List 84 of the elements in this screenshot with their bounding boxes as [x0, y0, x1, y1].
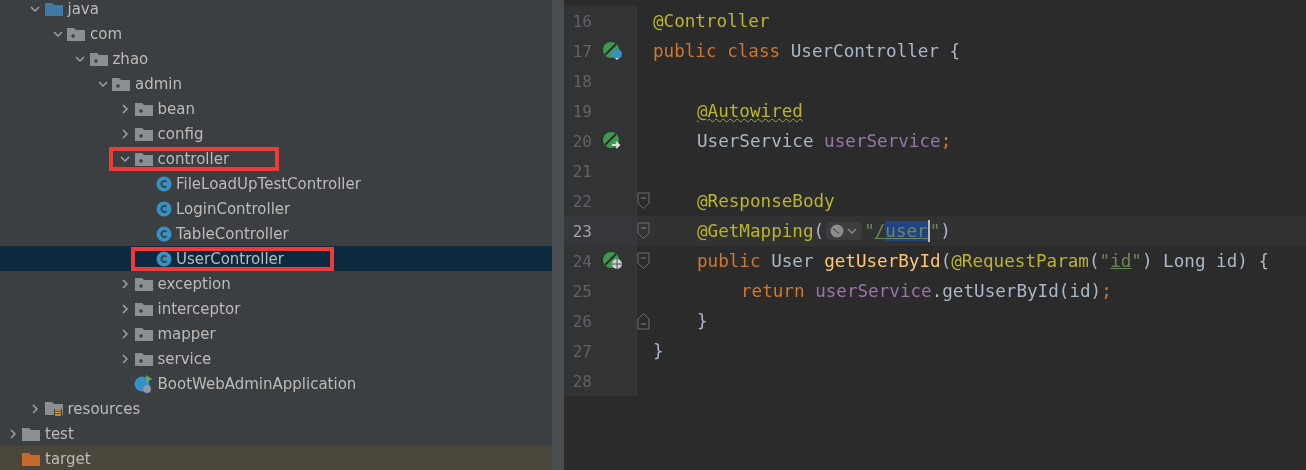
- tree-row[interactable]: mapper: [0, 321, 552, 346]
- tree-label: resources: [67, 399, 141, 418]
- bean-badge-icon[interactable]: [602, 41, 624, 61]
- fold-marker-icon[interactable]: [637, 312, 650, 330]
- tree-label: UserController: [176, 249, 284, 268]
- tree-row[interactable]: resources: [0, 396, 552, 421]
- text-caret: [927, 220, 930, 242]
- code-line: @Autowired: [697, 101, 803, 121]
- tree-label: config: [157, 124, 204, 143]
- bean-globe-icon[interactable]: [602, 251, 624, 271]
- tree-label: test: [45, 424, 74, 443]
- chevron-right-icon[interactable]: [119, 102, 131, 115]
- chevron-right-icon[interactable]: [119, 352, 131, 365]
- tree-label: mapper: [157, 324, 216, 343]
- code-line: public User getUserById(@RequestParam("id") Long id) {: [697, 251, 1270, 271]
- tree-row[interactable]: exception: [0, 271, 552, 296]
- chevron-right-icon[interactable]: [119, 302, 131, 315]
- class-icon: [156, 175, 172, 192]
- chevron-right-icon[interactable]: [119, 277, 131, 290]
- scrollbar[interactable]: [552, 0, 564, 470]
- package-folder-icon: [133, 350, 154, 367]
- chevron-right-icon[interactable]: [29, 402, 41, 415]
- folder-icon: [21, 425, 41, 442]
- tree-label: FileLoadUpTestController: [176, 174, 361, 193]
- tree-row[interactable]: zhao: [0, 46, 552, 71]
- code-line: @Controller: [653, 11, 770, 31]
- tree-label: TableController: [176, 224, 289, 243]
- globe-dropdown-icon[interactable]: [826, 222, 863, 240]
- tree-row[interactable]: admin: [0, 71, 552, 96]
- tree-row[interactable]: LoginController: [0, 196, 552, 221]
- tree-row[interactable]: UserController: [0, 246, 552, 271]
- line-number: 23: [571, 221, 592, 241]
- tree-label: bean: [157, 99, 195, 118]
- package-folder-icon: [88, 50, 109, 67]
- tree-label: controller: [157, 149, 230, 168]
- tree-row[interactable]: interceptor: [0, 296, 552, 321]
- fold-marker-icon[interactable]: [637, 222, 650, 240]
- package-folder-icon: [111, 75, 131, 92]
- fold-marker-icon[interactable]: [637, 252, 650, 270]
- tree-label: com: [90, 24, 123, 43]
- class-icon: [156, 225, 172, 242]
- tree-label: exception: [157, 274, 231, 293]
- fold-marker-icon[interactable]: [637, 192, 650, 210]
- class-icon: [156, 200, 172, 217]
- code-line: }: [653, 341, 664, 361]
- code-line: }: [697, 311, 708, 331]
- package-folder-icon: [133, 275, 154, 292]
- package-folder-icon: [66, 25, 86, 42]
- folder-icon: [43, 0, 64, 17]
- resources-folder-icon: [43, 400, 64, 417]
- code-line: public class UserController {: [653, 41, 961, 61]
- tree-row[interactable]: config: [0, 121, 552, 146]
- spring-class-icon: [133, 373, 154, 394]
- tree-row[interactable]: BootWebAdminApplication: [0, 371, 552, 396]
- tree-row[interactable]: TableController: [0, 221, 552, 246]
- package-folder-icon: [133, 125, 154, 142]
- tree-label: LoginController: [176, 199, 291, 218]
- code-line: return userService.getUserById(id);: [741, 281, 1112, 301]
- tree-label: service: [157, 349, 212, 368]
- code-line: @ResponseBody: [697, 191, 835, 211]
- tree-row[interactable]: test: [0, 421, 552, 446]
- tree-label: admin: [135, 74, 182, 93]
- class-icon: [156, 250, 172, 267]
- tree-label: target: [45, 449, 91, 468]
- tree-row[interactable]: target: [0, 446, 552, 470]
- code-line: @GetMapping( "/user"): [697, 220, 951, 242]
- tree-row[interactable]: bean: [0, 96, 552, 121]
- code-line: UserService userService;: [697, 131, 952, 151]
- package-folder-icon: [133, 100, 154, 117]
- tree-row[interactable]: com: [0, 21, 552, 46]
- chevron-right-icon[interactable]: [119, 127, 131, 140]
- tree-label: zhao: [112, 49, 149, 68]
- package-folder-icon: [133, 325, 154, 342]
- tree-label: BootWebAdminApplication: [157, 374, 357, 393]
- tree-label: java: [67, 0, 99, 18]
- package-folder-icon: [133, 300, 154, 317]
- tree-row[interactable]: controller: [0, 146, 552, 171]
- package-folder-icon: [133, 150, 154, 167]
- tree-row[interactable]: FileLoadUpTestController: [0, 171, 552, 196]
- tree-label: interceptor: [157, 299, 241, 318]
- folder-icon: [21, 450, 41, 467]
- tree-row[interactable]: java: [0, 0, 552, 21]
- tree-row[interactable]: service: [0, 346, 552, 371]
- chevron-right-icon[interactable]: [119, 327, 131, 340]
